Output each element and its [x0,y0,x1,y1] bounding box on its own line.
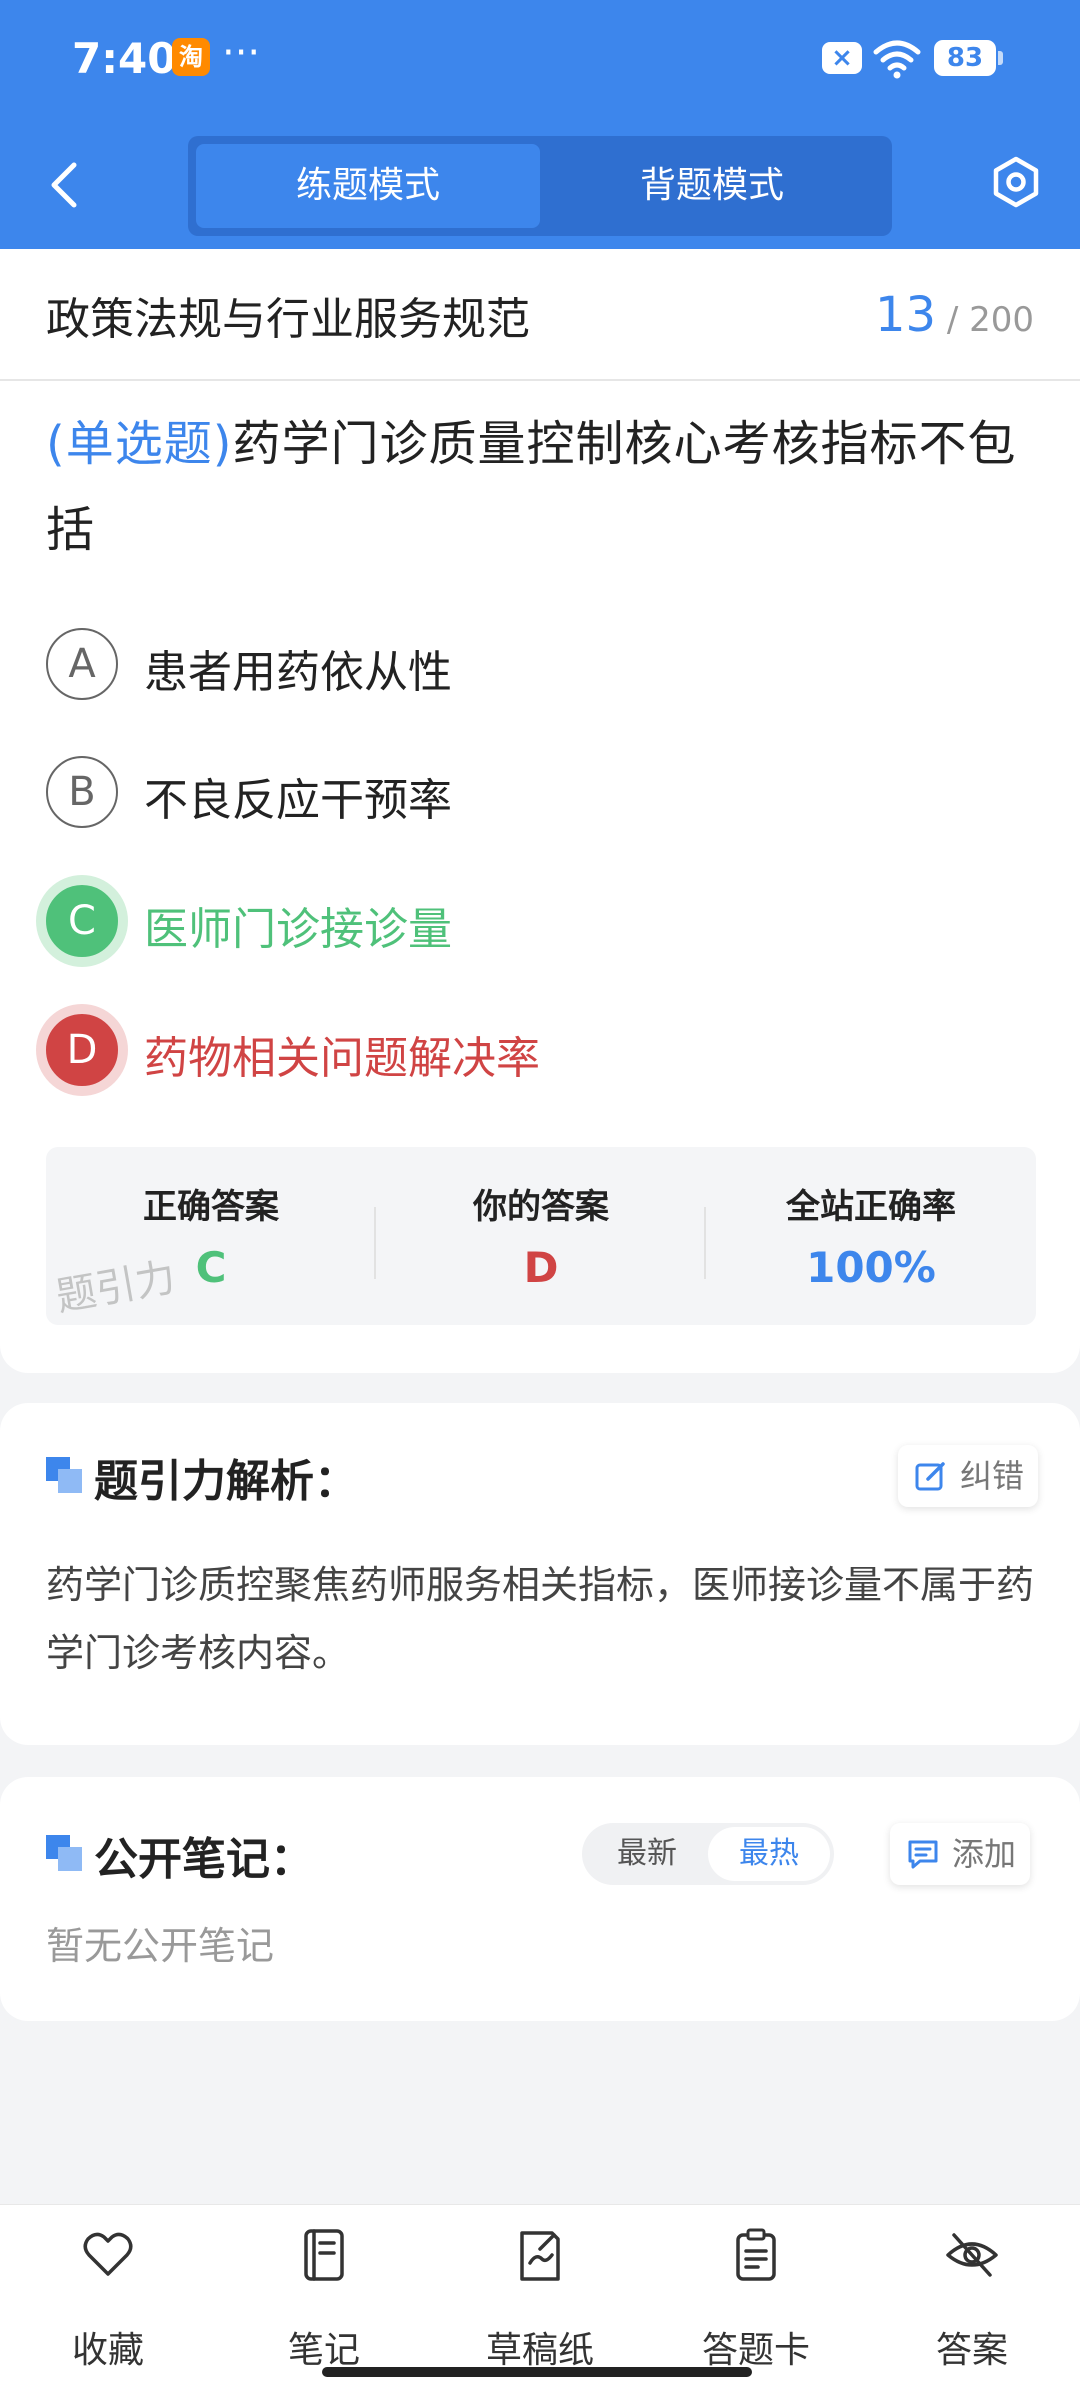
notebook-icon [304,2229,344,2281]
question-type: (单选题) [46,416,233,472]
question-progress: 13 / 200 [875,287,1034,343]
nav-label: 收藏 [71,2330,144,2371]
nav-favorite[interactable]: 收藏 [0,2227,216,2377]
section-squares-icon [46,1457,82,1493]
home-indicator [322,2367,752,2377]
subject-title: 政策法规与行业服务规范 [46,294,530,345]
nav-notes[interactable]: 笔记 [216,2227,432,2377]
analysis-title: 题引力解析： [94,1456,358,1507]
question-text: (单选题)药学门诊质量控制核心考核指标不包括 [46,401,1036,573]
stat-label: 你的答案 [473,1187,609,1227]
more-notifications-icon: ··· [222,30,261,76]
nav-draft[interactable]: 草稿纸 [432,2227,648,2377]
report-error-label: 纠错 [960,1457,1025,1495]
option-b[interactable]: B 不良反应干预率 [46,756,1026,828]
edit-icon [915,1462,945,1491]
sort-latest[interactable]: 最新 [586,1827,708,1881]
tab-practice-mode[interactable]: 练题模式 [196,144,540,228]
option-text: 不良反应干预率 [144,775,452,826]
option-letter: B [46,756,118,828]
no-sim-icon: × [822,42,862,74]
draft-icon [520,2231,560,2281]
notes-title: 公开笔记： [94,1834,314,1885]
result-stats: 正确答案 C 你的答案 D 全站正确率 100% 题引力 [46,1147,1036,1325]
nav-label: 笔记 [287,2330,360,2371]
sort-hot[interactable]: 最热 [708,1827,830,1881]
wifi-icon [873,40,921,79]
stat-accuracy: 全站正确率 100% [706,1147,1036,1325]
progress-total: / 200 [946,300,1034,340]
mode-switch: 练题模式 背题模式 [188,136,892,236]
analysis-text: 药学门诊质控聚焦药师服务相关指标，医师接诊量不属于药学门诊考核内容。 [46,1563,1035,1675]
accuracy-value: 100% [806,1243,936,1292]
option-letter: A [46,628,118,700]
comment-icon [908,1840,938,1869]
nav-answer-card[interactable]: 答题卡 [648,2227,864,2377]
back-arrow-icon[interactable] [40,155,90,215]
empty-notes-text: 暂无公开笔记 [46,1924,275,1968]
battery-indicator: 83 [934,40,1003,76]
stat-label: 全站正确率 [786,1187,956,1227]
option-text: 医师门诊接诊量 [144,904,452,955]
question-card: 政策法规与行业服务规范 13 / 200 (单选题)药学门诊质量控制核心考核指标… [0,249,1080,1373]
tab-memorize-mode[interactable]: 背题模式 [540,144,884,228]
answer-card-icon [736,2228,776,2281]
notes-sort-toggle: 最新 最热 [582,1823,834,1885]
option-d[interactable]: D 药物相关问题解决率 [46,1014,1026,1086]
status-time: 7:40 [72,34,177,83]
heart-icon [83,2232,133,2276]
option-letter: D [46,1014,118,1086]
option-c[interactable]: C 医师门诊接诊量 [46,885,1026,957]
add-note-label: 添加 [952,1835,1017,1873]
option-letter: C [46,885,118,957]
settings-hex-icon[interactable] [988,154,1044,210]
option-text: 患者用药依从性 [144,647,452,698]
nav-label: 草稿纸 [485,2330,594,2371]
subject-row: 政策法规与行业服务规范 13 / 200 [0,249,1080,381]
taobao-notification-icon: 淘 [172,38,210,76]
status-bar: 7:40 淘 ··· × 83 [0,0,1080,120]
top-bar: 7:40 淘 ··· × 83 练题模式 背题模式 [0,0,1080,249]
stat-your-answer: 你的答案 D [376,1147,706,1325]
nav-label: 答题卡 [701,2330,810,2371]
report-error-button[interactable]: 纠错 [898,1445,1039,1507]
eye-off-icon [946,2233,998,2277]
nav-label: 答案 [935,2330,1008,2371]
option-text: 药物相关问题解决率 [144,1033,540,1084]
stat-label: 正确答案 [143,1187,279,1227]
section-squares-icon [46,1835,82,1871]
your-answer-value: D [523,1243,559,1292]
progress-current: 13 [874,287,937,343]
notes-card: 公开笔记： 最新 最热 添加 暂无公开笔记 [0,1777,1080,2021]
analysis-card: 题引力解析： 纠错 药学门诊质控聚焦药师服务相关指标，医师接诊量不属于药学门诊考… [0,1403,1080,1745]
nav-answer[interactable]: 答案 [864,2227,1080,2377]
option-a[interactable]: A 患者用药依从性 [46,628,1026,700]
add-note-button[interactable]: 添加 [890,1823,1031,1885]
